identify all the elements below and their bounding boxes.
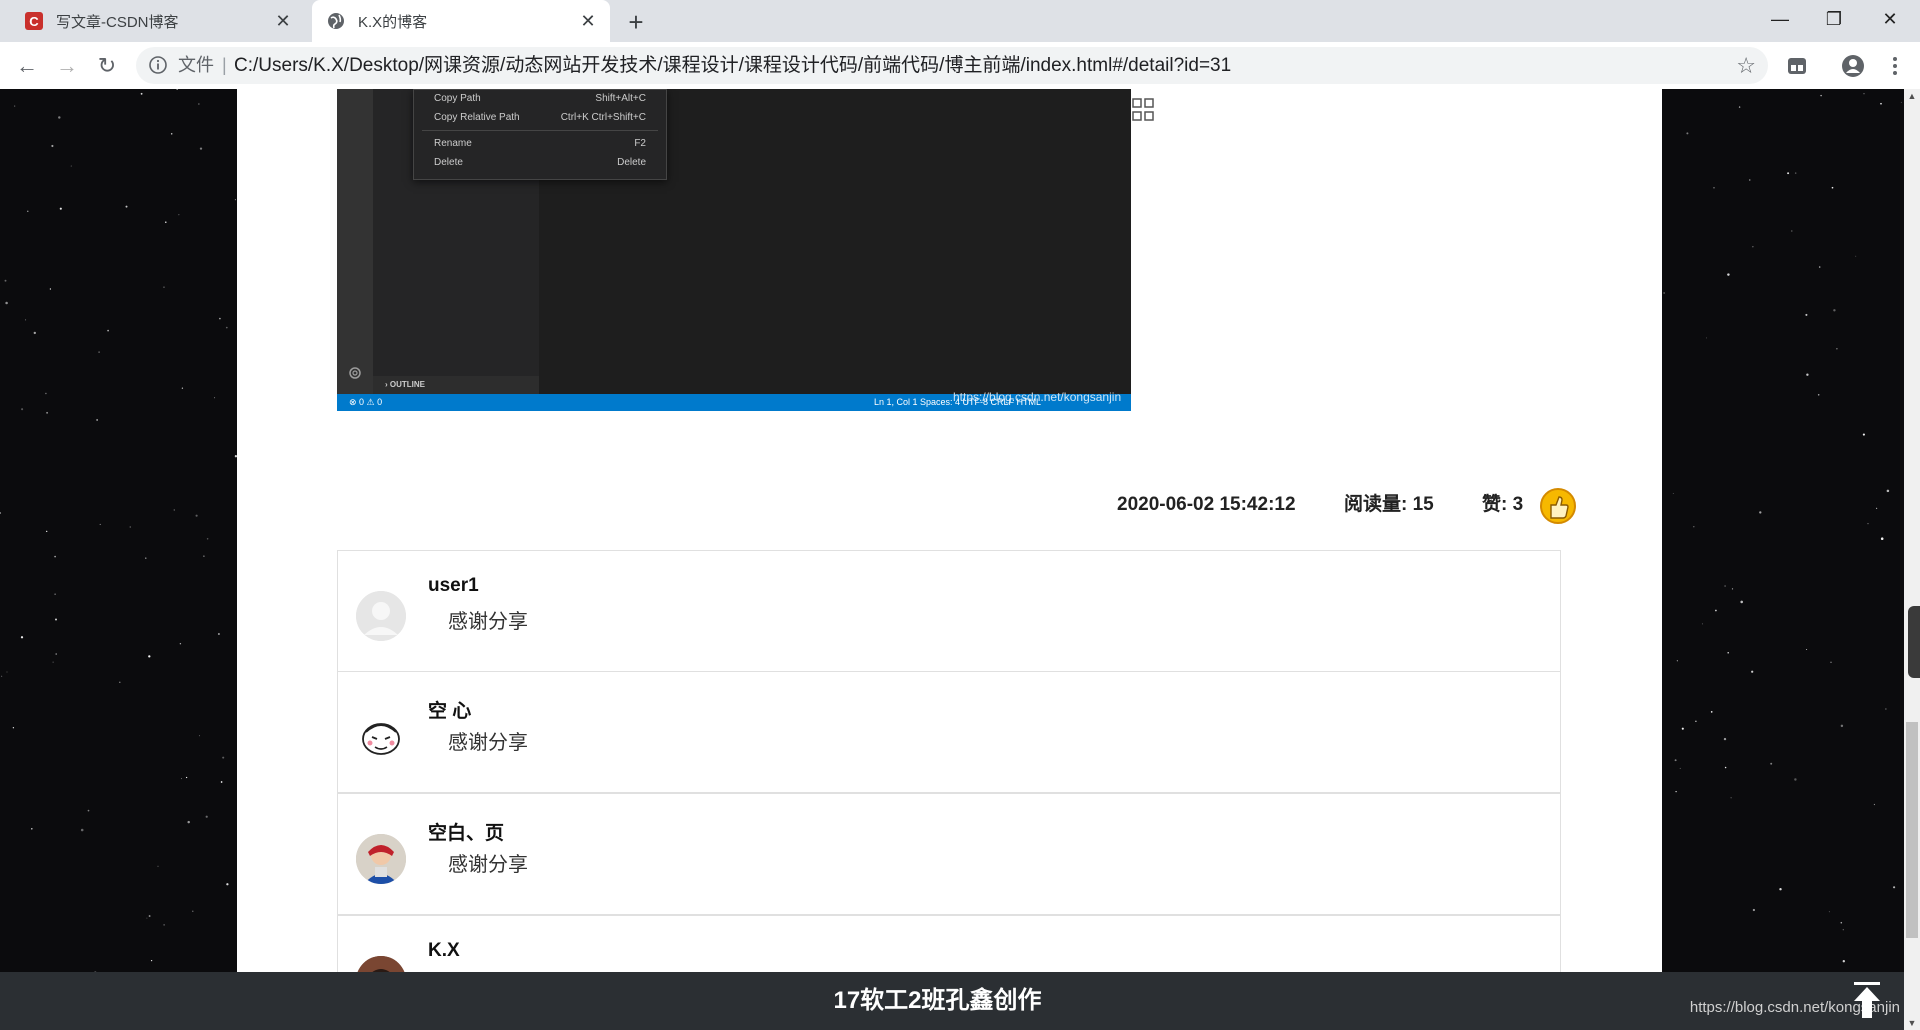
close-tab-icon[interactable]: ✕ (578, 11, 598, 31)
bookmark-star-icon[interactable]: ☆ (1736, 47, 1756, 84)
address-prefix: 文件 (178, 55, 214, 75)
tab-csdn[interactable]: C 写文章-CSDN博客 ✕ (10, 0, 305, 42)
avatar (356, 712, 406, 762)
thumbs-up-icon[interactable] (1539, 487, 1577, 525)
info-icon[interactable] (148, 55, 168, 75)
context-menu: Copy Path Shift+Alt+C Copy Relative Path… (413, 89, 667, 180)
comment-username: 空白、页 (428, 823, 505, 844)
address-url[interactable]: C:/Users/K.X/Desktop/网课资源/动态网站开发技术/课程设计/… (234, 47, 1231, 84)
page-footer: 17软工2班孔鑫创作 https://blog.csdn.net/kongsan… (0, 972, 1920, 1030)
comment-text: 感谢分享 (448, 854, 528, 876)
qr-code-icon[interactable] (1132, 97, 1154, 123)
article-container: › OUTLINE Copy Path Shift+Alt+C Copy Rel… (237, 89, 1662, 1030)
scroll-down-arrow[interactable]: ▼ (1904, 1016, 1920, 1030)
restore-button[interactable]: ❐ (1806, 0, 1862, 42)
menu-item-copy-relative-path: Copy Relative Path Ctrl+K Ctrl+Shift+C (434, 112, 646, 123)
read-count: 阅读量: 15 (1344, 494, 1434, 515)
menu-item-rename: Rename F2 (434, 138, 646, 149)
globe-icon (328, 13, 344, 29)
sketch-face-avatar-icon (362, 723, 400, 755)
menu-dots-icon[interactable] (1880, 51, 1910, 81)
footer-credit: 17软工2班孔鑫创作 (833, 987, 1042, 1014)
tab-title: K.X的博客 (358, 13, 428, 31)
back-button[interactable]: ← (12, 51, 42, 81)
menu-item-copy-path: Copy Path Shift+Alt+C (434, 93, 646, 104)
csdn-icon: C (25, 12, 43, 30)
reload-button[interactable]: ↻ (92, 51, 122, 81)
tab-blog[interactable]: K.X的博客 ✕ (312, 0, 610, 42)
address-bar[interactable]: 文件 | C:/Users/K.X/Desktop/网课资源/动态网站开发技术/… (136, 47, 1768, 84)
browser-toolbar: ← → ↻ 文件 | C:/Users/K.X/Desktop/网课资源/动态网… (0, 42, 1920, 90)
svg-text:C: C (29, 14, 39, 29)
editor-activity-bar (337, 89, 373, 394)
default-avatar-icon (356, 591, 406, 641)
close-window-button[interactable]: ✕ (1862, 0, 1918, 42)
comment-text: 感谢分享 (448, 732, 528, 754)
comment-username: 空 心 (428, 701, 472, 722)
outline-header: › OUTLINE (373, 376, 539, 394)
avatar (356, 834, 406, 884)
article-date: 2020-06-02 15:42:12 (1117, 494, 1296, 515)
comment-text: 感谢分享 (448, 611, 528, 633)
back-to-top-icon[interactable] (1852, 982, 1882, 1020)
comment-item: 空白、页 感谢分享 (337, 793, 1561, 915)
page-viewport: › OUTLINE Copy Path Shift+Alt+C Copy Rel… (0, 89, 1904, 1030)
extension-icon[interactable] (1782, 51, 1812, 81)
comment-item: 空 心 感谢分享 (337, 671, 1561, 793)
profile-icon[interactable] (1838, 51, 1868, 81)
close-tab-icon[interactable]: ✕ (273, 11, 293, 31)
scrollbar-thumb[interactable] (1906, 722, 1918, 938)
article-image-editor-screenshot: › OUTLINE Copy Path Shift+Alt+C Copy Rel… (337, 89, 1131, 411)
menu-item-delete: Delete Delete (434, 157, 646, 168)
new-tab-button[interactable]: + (622, 8, 650, 36)
like-count: 赞: 3 (1482, 494, 1524, 515)
avatar (356, 591, 406, 641)
gear-icon (349, 367, 361, 379)
side-widget[interactable] (1908, 606, 1920, 678)
comment-item: user1 感谢分享 (337, 550, 1561, 672)
forward-button[interactable]: → (52, 51, 82, 81)
tab-title: 写文章-CSDN博客 (56, 13, 179, 31)
comment-username: user1 (428, 575, 479, 596)
photo-avatar-icon (356, 834, 406, 884)
menu-divider (422, 130, 658, 131)
address-separator: | (222, 55, 227, 75)
minimize-button[interactable]: — (1752, 0, 1808, 42)
scroll-up-arrow[interactable]: ▲ (1904, 89, 1920, 103)
image-watermark: https://blog.csdn.net/kongsanjin (953, 390, 1122, 404)
comment-username: K.X (428, 940, 460, 961)
tab-strip: C 写文章-CSDN博客 ✕ K.X的博客 ✕ + — ❐ ✕ (0, 0, 1920, 42)
